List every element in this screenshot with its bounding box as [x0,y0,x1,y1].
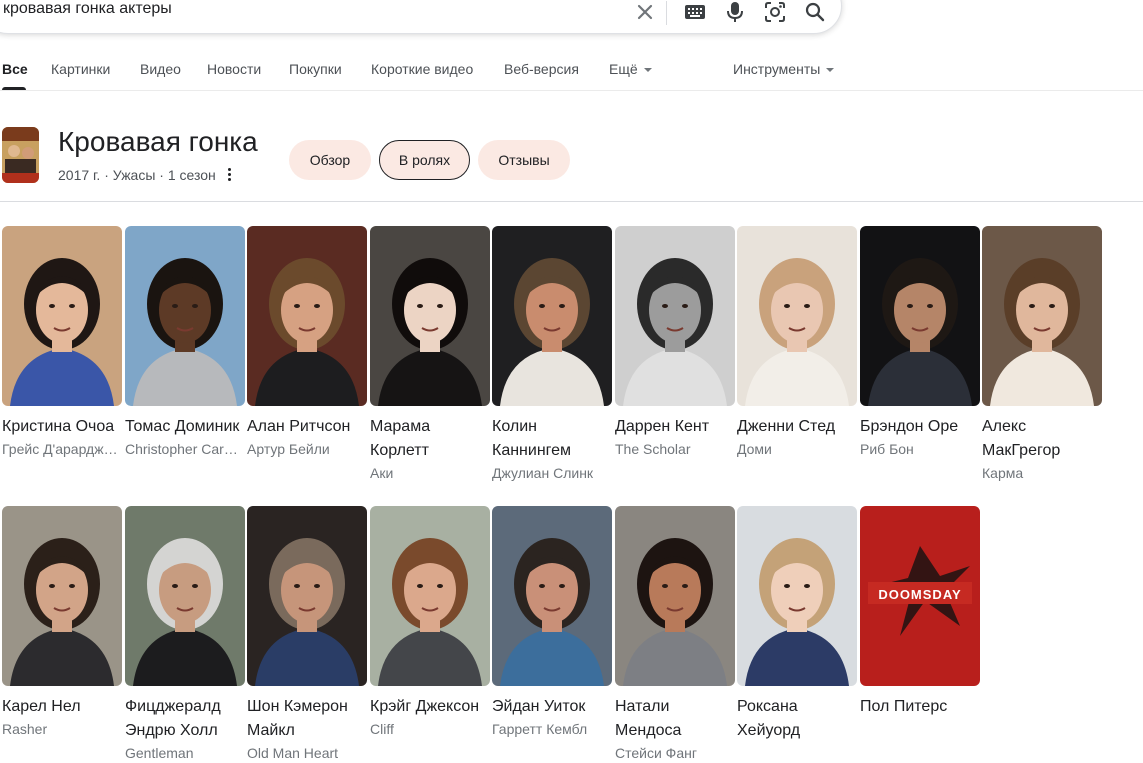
character-name: Gentleman [125,745,194,761]
tools-label: Инструменты [733,61,821,77]
actor-photo[interactable] [737,226,857,406]
actor-name[interactable]: Пол Питерс [860,695,980,719]
search-box[interactable]: кровавая гонка актеры [0,0,842,34]
cast-card[interactable]: Дженни Стед Доми [737,226,857,459]
actor-photo[interactable] [860,226,980,406]
section-divider [0,201,1143,202]
character-name: Old Man Heart [247,745,339,761]
character-name: Cliff [370,721,394,737]
character-name: Карма [982,465,1024,481]
cast-card[interactable]: Натали Мендоса Стейси Фанг [615,506,735,763]
tab-more[interactable]: Ещё [609,61,652,77]
cast-card[interactable]: Даррен Кент The Scholar [615,226,735,459]
character-name: Доми [737,441,772,457]
cast-card[interactable]: Алан Ритчсон Артур Бейли [247,226,367,459]
movie-poster-thumbnail[interactable] [2,127,39,183]
actor-name[interactable]: Крэйг Джексон [370,695,490,719]
tab-news[interactable]: Новости [207,61,261,77]
character-name: Грейс Д'арардженто [2,441,122,457]
chevron-down-icon [643,68,652,73]
actor-photo[interactable] [615,506,735,686]
actor-photo[interactable] [125,226,245,406]
tab-short-videos[interactable]: Короткие видео [371,61,473,77]
microphone-icon[interactable] [723,0,747,24]
tab-more-label: Ещё [609,61,638,77]
search-tabs: Все Картинки Видео Новости Покупки Корот… [0,58,1143,92]
actor-photo[interactable]: DOOMSDAY [860,506,980,686]
character-name: Rasher [2,721,48,737]
tab-images[interactable]: Картинки [51,61,110,77]
actor-photo[interactable] [737,506,857,686]
more-options-icon[interactable] [222,165,236,183]
cast-card[interactable]: Колин Каннингем Джулиан Слинк [492,226,612,483]
cast-card[interactable]: Роксана Хейуорд [737,506,857,743]
cast-card[interactable]: Марама Корлетт Аки [370,226,490,483]
search-icon[interactable] [803,0,827,24]
cast-card[interactable]: Шон Кэмерон Майкл Old Man Heart [247,506,367,763]
actor-name[interactable]: Даррен Кент [615,415,735,439]
actor-photo[interactable] [492,226,612,406]
svg-text:DOOMSDAY: DOOMSDAY [878,587,961,602]
tab-web[interactable]: Веб-версия [504,61,579,77]
character-name: The Scholar [615,441,691,457]
actor-name[interactable]: Колин Каннингем [492,415,612,463]
actor-photo[interactable] [370,506,490,686]
chevron-down-icon [826,68,835,73]
chip-reviews[interactable]: Отзывы [478,140,570,180]
keyboard-icon[interactable] [683,0,707,24]
cast-card[interactable]: Крэйг Джексон Cliff [370,506,490,739]
tabs-divider [0,90,1143,91]
actor-name[interactable]: Роксана Хейуорд [737,695,857,743]
character-name: Аки [370,465,394,481]
actor-photo[interactable] [492,506,612,686]
actor-photo[interactable] [615,226,735,406]
character-name: Риб Бон [860,441,914,457]
actor-name[interactable]: Фицджералд Эндрю Холл [125,695,245,743]
actor-name[interactable]: Алекс МакГрегор [982,415,1102,463]
character-name: Стейси Фанг [615,745,697,761]
cast-card[interactable]: Кристина Очоа Грейс Д'арардженто [2,226,122,459]
chip-cast[interactable]: В ролях [379,140,470,180]
actor-photo[interactable] [2,226,122,406]
actor-name[interactable]: Карел Нел [2,695,122,719]
actor-name[interactable]: Кристина Очоа [2,415,122,439]
cast-card[interactable]: Томас Доминик Christopher Car… [125,226,245,459]
tools-button[interactable]: Инструменты [733,61,835,77]
actor-name[interactable]: Алан Ритчсон [247,415,367,439]
actor-name[interactable]: Эйдан Уиток [492,695,612,719]
actor-name[interactable]: Томас Доминик [125,415,245,439]
actor-photo[interactable] [2,506,122,686]
actor-name[interactable]: Дженни Стед [737,415,857,439]
character-name: Артур Бейли [247,441,330,457]
cast-card[interactable]: Фицджералд Эндрю Холл Gentleman [125,506,245,763]
cast-card[interactable]: DOOMSDAY Пол Питерс [860,506,980,719]
cast-card[interactable]: Алекс МакГрегор Карма [982,226,1102,483]
chip-overview[interactable]: Обзор [289,140,371,180]
cast-card[interactable]: Брэндон Оре Риб Бон [860,226,980,459]
search-separator [666,1,667,25]
character-name: Джулиан Слинк [492,465,594,481]
character-name: Christopher Car… [125,441,238,457]
actor-photo[interactable] [982,226,1102,406]
actor-photo[interactable] [370,226,490,406]
character-name: Гарретт Кембл [492,721,588,737]
actor-photo[interactable] [125,506,245,686]
actor-name[interactable]: Шон Кэмерон Майкл [247,695,367,743]
clear-icon[interactable] [633,0,657,24]
actor-name[interactable]: Марама Корлетт [370,415,490,463]
actor-name[interactable]: Натали Мендоса [615,695,735,743]
entity-meta: 2017 г. · Ужасы · 1 сезон [58,167,216,183]
search-input[interactable]: кровавая гонка актеры [3,0,172,18]
cast-card[interactable]: Карел Нел Rasher [2,506,122,739]
actor-photo[interactable] [247,226,367,406]
tab-all[interactable]: Все [2,61,28,77]
cast-card[interactable]: Эйдан Уиток Гарретт Кембл [492,506,612,739]
lens-icon[interactable] [763,0,787,24]
tab-shopping[interactable]: Покупки [289,61,342,77]
entity-title: Кровавая гонка [58,126,258,157]
actor-photo[interactable] [247,506,367,686]
tab-videos[interactable]: Видео [140,61,181,77]
actor-name[interactable]: Брэндон Оре [860,415,980,439]
